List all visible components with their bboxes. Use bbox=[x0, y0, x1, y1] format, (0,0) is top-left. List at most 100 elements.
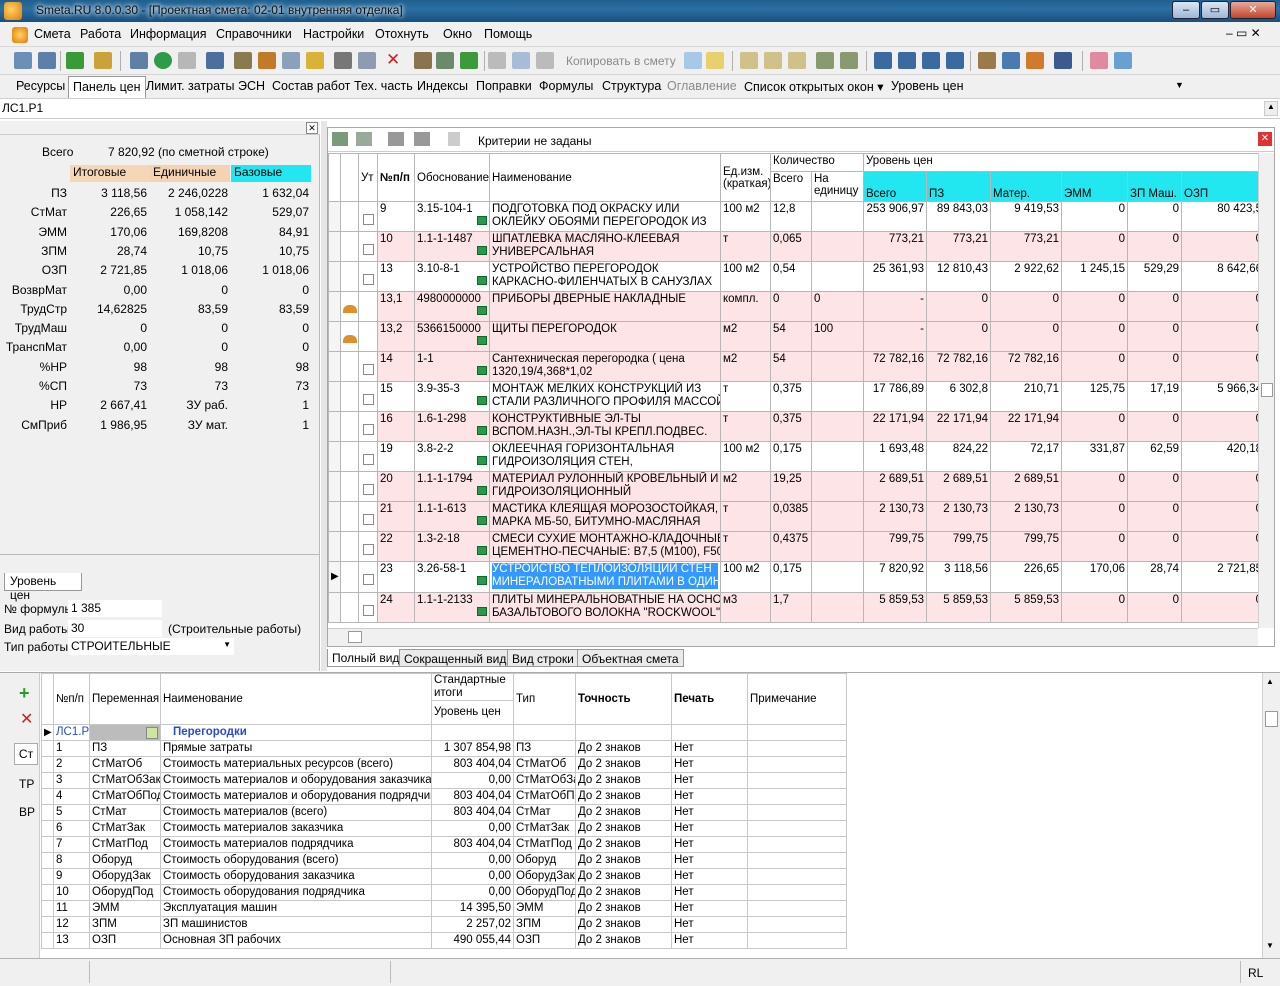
table-row[interactable]: 13,2 5366150000 ЩИТЫ ПЕРЕГОРОДОК м2 54 100-0 0… bbox=[328, 321, 1274, 352]
hammer-icon[interactable] bbox=[978, 52, 996, 69]
cell-emm[interactable]: 170,06 bbox=[1061, 561, 1129, 593]
col-num[interactable]: №п/п bbox=[377, 153, 415, 202]
add-icon[interactable]: + bbox=[19, 683, 30, 704]
totals-row[interactable]: 10 ОборудПод Стоимость оборудования подряд… bbox=[41, 884, 847, 901]
cell-mat[interactable]: 773,21 bbox=[990, 231, 1063, 262]
price-row-value[interactable]: ЗУ мат. bbox=[151, 416, 231, 434]
find-icon[interactable] bbox=[94, 52, 112, 69]
cell-pz[interactable]: 0 bbox=[926, 321, 992, 352]
cell-qty-unit[interactable] bbox=[810, 471, 865, 502]
grid-hscroll[interactable] bbox=[328, 628, 1258, 646]
cell-total[interactable]: 72 782,16 bbox=[863, 351, 928, 382]
cell-qty-unit[interactable] bbox=[810, 351, 865, 382]
price-row-value[interactable]: 0,00 bbox=[70, 339, 150, 357]
bcol-level[interactable]: Уровень цен bbox=[431, 700, 514, 725]
cell-basis[interactable]: 1.3-2-18 bbox=[414, 531, 490, 562]
document-icon[interactable] bbox=[12, 27, 28, 43]
cell-qty[interactable]: 0,4375 bbox=[770, 531, 812, 562]
collapse-icon[interactable] bbox=[356, 132, 372, 146]
price-row-value[interactable]: 83,59 bbox=[151, 300, 231, 318]
minimize-icon[interactable]: – bbox=[1172, 1, 1200, 19]
price-row-value[interactable]: 2 667,41 bbox=[70, 397, 150, 415]
formula-field[interactable]: 1 385 bbox=[68, 600, 162, 617]
indent2-icon[interactable] bbox=[922, 52, 940, 69]
tool5-icon[interactable] bbox=[334, 52, 352, 69]
maximize-icon[interactable]: ▭ bbox=[1201, 1, 1229, 19]
price-row-value[interactable]: 1 018,06 bbox=[232, 262, 312, 280]
truck-icon[interactable] bbox=[1002, 52, 1020, 69]
cell-total[interactable]: 17 786,89 bbox=[863, 381, 928, 412]
cell-mat[interactable]: 72 782,16 bbox=[990, 351, 1063, 382]
row-checkbox[interactable] bbox=[362, 484, 374, 495]
copy2-icon[interactable] bbox=[684, 52, 702, 69]
cell-total[interactable]: 7 820,92 bbox=[863, 561, 928, 593]
col-ut[interactable]: Ут bbox=[358, 153, 378, 202]
cell-unit[interactable]: м2 bbox=[720, 351, 771, 382]
cell-qty[interactable]: 0,54 bbox=[770, 261, 812, 292]
tab-formulas[interactable]: Формулы bbox=[539, 79, 593, 93]
cell-emm[interactable]: 125,75 bbox=[1061, 381, 1129, 412]
row-checkbox[interactable] bbox=[362, 544, 374, 555]
price-row-value[interactable]: 170,06 bbox=[70, 223, 150, 241]
cell-num[interactable]: 10 bbox=[377, 231, 415, 262]
pp-icon[interactable] bbox=[788, 52, 806, 69]
chevron-down-icon[interactable]: ▼ bbox=[1175, 80, 1184, 90]
bcol-name[interactable]: Наименование bbox=[160, 673, 432, 725]
cell-mat[interactable]: 0 bbox=[990, 291, 1063, 322]
cell-num[interactable]: 24 bbox=[377, 592, 415, 623]
open-windows-dropdown[interactable]: Список открытых окон ▾ bbox=[744, 79, 883, 94]
tab-limited-costs[interactable]: Лимит. затраты bbox=[146, 79, 235, 93]
cell-emm[interactable]: 0 bbox=[1061, 231, 1129, 262]
cell-num[interactable]: 14 bbox=[377, 351, 415, 382]
cell-name[interactable]: МАСТИКА КЛЕЯЩАЯ МОРОЗОСТОЙКАЯ, МАРКА МБ-5… bbox=[489, 501, 721, 532]
cell-basis[interactable]: 3.9-35-3 bbox=[414, 381, 490, 412]
tab-row-view[interactable]: Вид строки bbox=[507, 649, 579, 667]
col-name[interactable]: Наименование bbox=[489, 153, 721, 202]
new-icon[interactable] bbox=[14, 52, 32, 69]
cell-name[interactable]: ОКЛЕЕЧНАЯ ГОРИЗОНТАЛЬНАЯ ГИДРОИЗОЛЯЦИЯ СТ… bbox=[489, 441, 721, 472]
cell-mat[interactable]: 2 922,62 bbox=[990, 261, 1063, 292]
cell-emm[interactable]: 0 bbox=[1061, 321, 1129, 352]
cell-num[interactable]: 9 bbox=[377, 201, 415, 232]
price-row-value[interactable]: 73 bbox=[151, 378, 231, 395]
cell-zpm[interactable]: 0 bbox=[1127, 471, 1183, 502]
side-tab-vr[interactable]: ВР bbox=[19, 805, 35, 819]
price-row-value[interactable]: 98 bbox=[232, 358, 312, 376]
cell-basis[interactable]: 3.15-104-1 bbox=[414, 201, 490, 232]
cell-pz[interactable]: 72 782,16 bbox=[926, 351, 992, 382]
tab-price-level[interactable]: Уровень цен bbox=[4, 573, 82, 602]
price-row-value[interactable]: 1 632,04 bbox=[232, 185, 312, 202]
totals-row[interactable]: 7 СтМатПод Стоимость материалов подрядчика… bbox=[41, 836, 847, 853]
row-checkbox[interactable] bbox=[362, 454, 374, 465]
cell-mat[interactable]: 210,71 bbox=[990, 381, 1063, 412]
cell-qty-unit[interactable] bbox=[810, 261, 865, 292]
cell-basis[interactable]: 1.1-1-1794 bbox=[414, 471, 490, 502]
cell-emm[interactable]: 0 bbox=[1061, 501, 1129, 532]
row-checkbox[interactable] bbox=[362, 514, 374, 525]
price-row-value[interactable]: 529,07 bbox=[232, 204, 312, 222]
cell-ozp[interactable]: 8 642,66 bbox=[1181, 261, 1266, 292]
cell-qty-unit[interactable] bbox=[810, 561, 865, 593]
tool6-icon[interactable] bbox=[358, 52, 376, 69]
cell-unit[interactable]: 100 м2 bbox=[720, 561, 771, 593]
tab-price-panel[interactable]: Панель цен bbox=[68, 76, 146, 98]
row-checkbox[interactable] bbox=[362, 574, 374, 585]
totals-row[interactable]: 3 СтМатОбЗак Стоимость материалов и оборуд… bbox=[41, 772, 847, 789]
cell-name[interactable]: КОНСТРУКТИВНЫЕ ЭЛ-ТЫ ВСПОМ.НАЗН.,ЭЛ-ТЫ КР… bbox=[489, 411, 721, 442]
menu-info[interactable]: Информация bbox=[130, 27, 207, 41]
cell-basis[interactable]: 1.6-1-298 bbox=[414, 411, 490, 442]
table-row[interactable]: 16 1.6-1-298 КОНСТРУКТИВНЫЕ ЭЛ-ТЫ ВСПОМ.НАЗ… bbox=[328, 411, 1274, 442]
indent-icon[interactable] bbox=[874, 52, 892, 69]
price-row-value[interactable]: 0 bbox=[151, 320, 231, 338]
insert-icon[interactable] bbox=[414, 52, 432, 69]
price-row-value[interactable]: 0 bbox=[232, 281, 312, 299]
cell-num[interactable]: 19 bbox=[377, 441, 415, 472]
side-tab-tr[interactable]: ТР bbox=[19, 777, 34, 791]
table-row[interactable]: 19 3.8-2-2 ОКЛЕЕЧНАЯ ГОРИЗОНТАЛЬНАЯ ГИДРОИЗ… bbox=[328, 441, 1274, 472]
cell-zpm[interactable]: 0 bbox=[1127, 321, 1183, 352]
cell-qty[interactable]: 0,375 bbox=[770, 381, 812, 412]
col-total[interactable]: Всего bbox=[863, 171, 928, 202]
cell-name[interactable]: СМЕСИ СУХИЕ МОНТАЖНО-КЛАДОЧНЫЕ ЦЕМЕНТНО-П… bbox=[489, 531, 721, 562]
down-icon[interactable] bbox=[414, 132, 430, 146]
cell-mat[interactable]: 72,17 bbox=[990, 441, 1063, 472]
